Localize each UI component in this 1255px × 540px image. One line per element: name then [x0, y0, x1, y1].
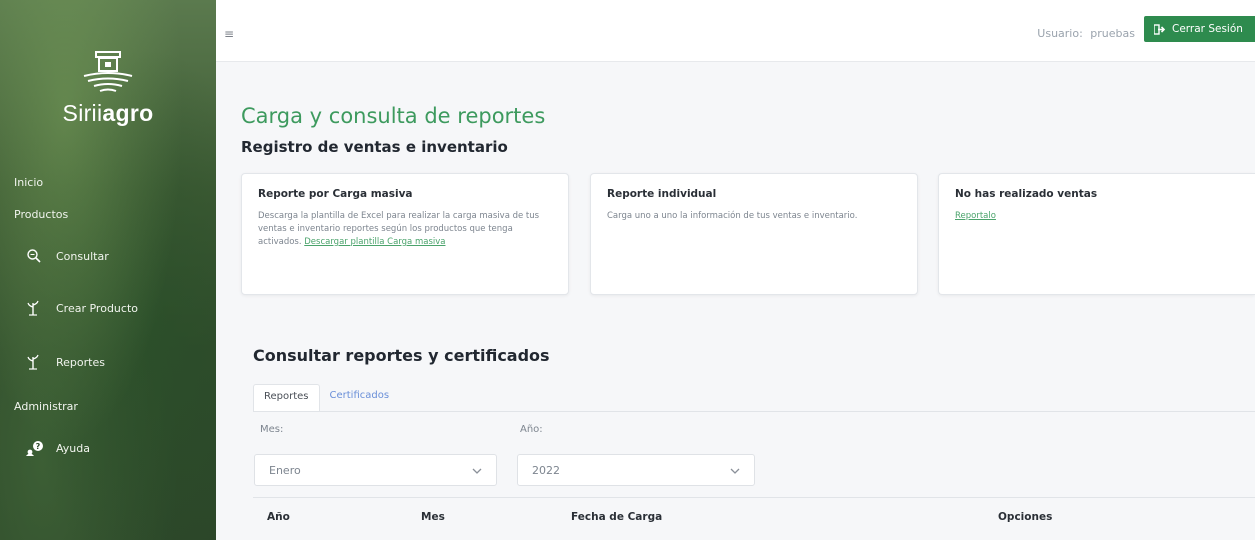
column-header-ano: Año	[267, 511, 290, 523]
tab-certificados[interactable]: Certificados	[320, 384, 400, 412]
tabs: Reportes Certificados	[253, 384, 399, 412]
section-title: Consultar reportes y certificados	[253, 346, 550, 365]
svg-text:?: ?	[36, 442, 41, 451]
sidebar-item-crear-producto[interactable]: Crear Producto	[26, 296, 206, 320]
page-subtitle: Registro de ventas e inventario	[241, 138, 508, 156]
brand-logo: Siriiagro	[0, 50, 216, 127]
column-header-fecha: Fecha de Carga	[571, 511, 663, 523]
top-bar: ≡ Usuario: pruebas Cerrar Sesión	[216, 0, 1255, 62]
plant-icon	[26, 354, 56, 370]
month-select-value: Enero	[269, 463, 301, 477]
logout-button[interactable]: Cerrar Sesión	[1144, 16, 1255, 42]
menu-toggle-icon[interactable]: ≡	[224, 27, 234, 41]
chevron-down-icon	[730, 464, 740, 477]
sidebar-item-ayuda[interactable]: ? Ayuda	[26, 436, 206, 460]
nav-heading-administrar: Administrar	[14, 400, 78, 413]
user-label: Usuario:	[1037, 27, 1083, 40]
sidebar: Siriiagro Inicio Productos Consultar Cre…	[0, 0, 216, 540]
username: pruebas	[1090, 27, 1135, 40]
card-title: No has realizado ventas	[955, 188, 1098, 200]
column-header-mes: Mes	[421, 511, 445, 523]
sidebar-item-reportes[interactable]: Reportes	[26, 350, 206, 374]
sidebar-item-label: Reportes	[56, 355, 105, 369]
card-carga-masiva: Reporte por Carga masiva Descarga la pla…	[241, 173, 569, 295]
logout-label: Cerrar Sesión	[1172, 23, 1243, 35]
card-text: Carga uno a uno la información de tus ve…	[607, 211, 858, 221]
plant-icon	[26, 300, 56, 316]
card-text: Descarga la plantilla de Excel para real…	[258, 211, 540, 247]
column-header-opciones: Opciones	[998, 511, 1053, 523]
tabs-divider	[253, 411, 1255, 412]
nav-heading-productos: Productos	[14, 208, 69, 221]
card-reporte-individual[interactable]: Reporte individual Carga uno a uno la in…	[590, 173, 918, 295]
card-title: Reporte por Carga masiva	[258, 188, 413, 200]
sidebar-item-label: Crear Producto	[56, 301, 138, 315]
logout-icon	[1154, 23, 1166, 35]
card-no-ventas: No has realizado ventas Reportalo	[938, 173, 1255, 295]
nav-heading-inicio[interactable]: Inicio	[14, 176, 43, 189]
year-select[interactable]: 2022	[517, 454, 755, 486]
month-label: Mes:	[260, 424, 284, 435]
month-select[interactable]: Enero	[254, 454, 497, 486]
tab-reportes[interactable]: Reportes	[253, 384, 320, 412]
table-header: Año Mes Fecha de Carga Opciones	[253, 497, 1255, 537]
year-select-value: 2022	[532, 463, 560, 477]
card-title: Reporte individual	[607, 188, 717, 200]
report-link[interactable]: Reportalo	[955, 211, 996, 221]
card-text: Reportalo	[955, 210, 1239, 223]
sidebar-item-label: Consultar	[56, 249, 109, 263]
download-template-link[interactable]: Descargar plantilla Carga masiva	[304, 237, 445, 247]
sidebar-item-consultar[interactable]: Consultar	[26, 244, 206, 268]
brand-name: Siriiagro	[62, 100, 154, 126]
search-icon	[26, 248, 56, 264]
help-icon: ?	[26, 440, 56, 456]
sidebar-item-label: Ayuda	[56, 441, 90, 455]
user-info: Usuario: pruebas	[1037, 27, 1135, 40]
chevron-down-icon	[472, 464, 482, 477]
logo-icon	[83, 51, 133, 92]
year-label: Año:	[520, 424, 543, 435]
page-title: Carga y consulta de reportes	[241, 104, 546, 128]
